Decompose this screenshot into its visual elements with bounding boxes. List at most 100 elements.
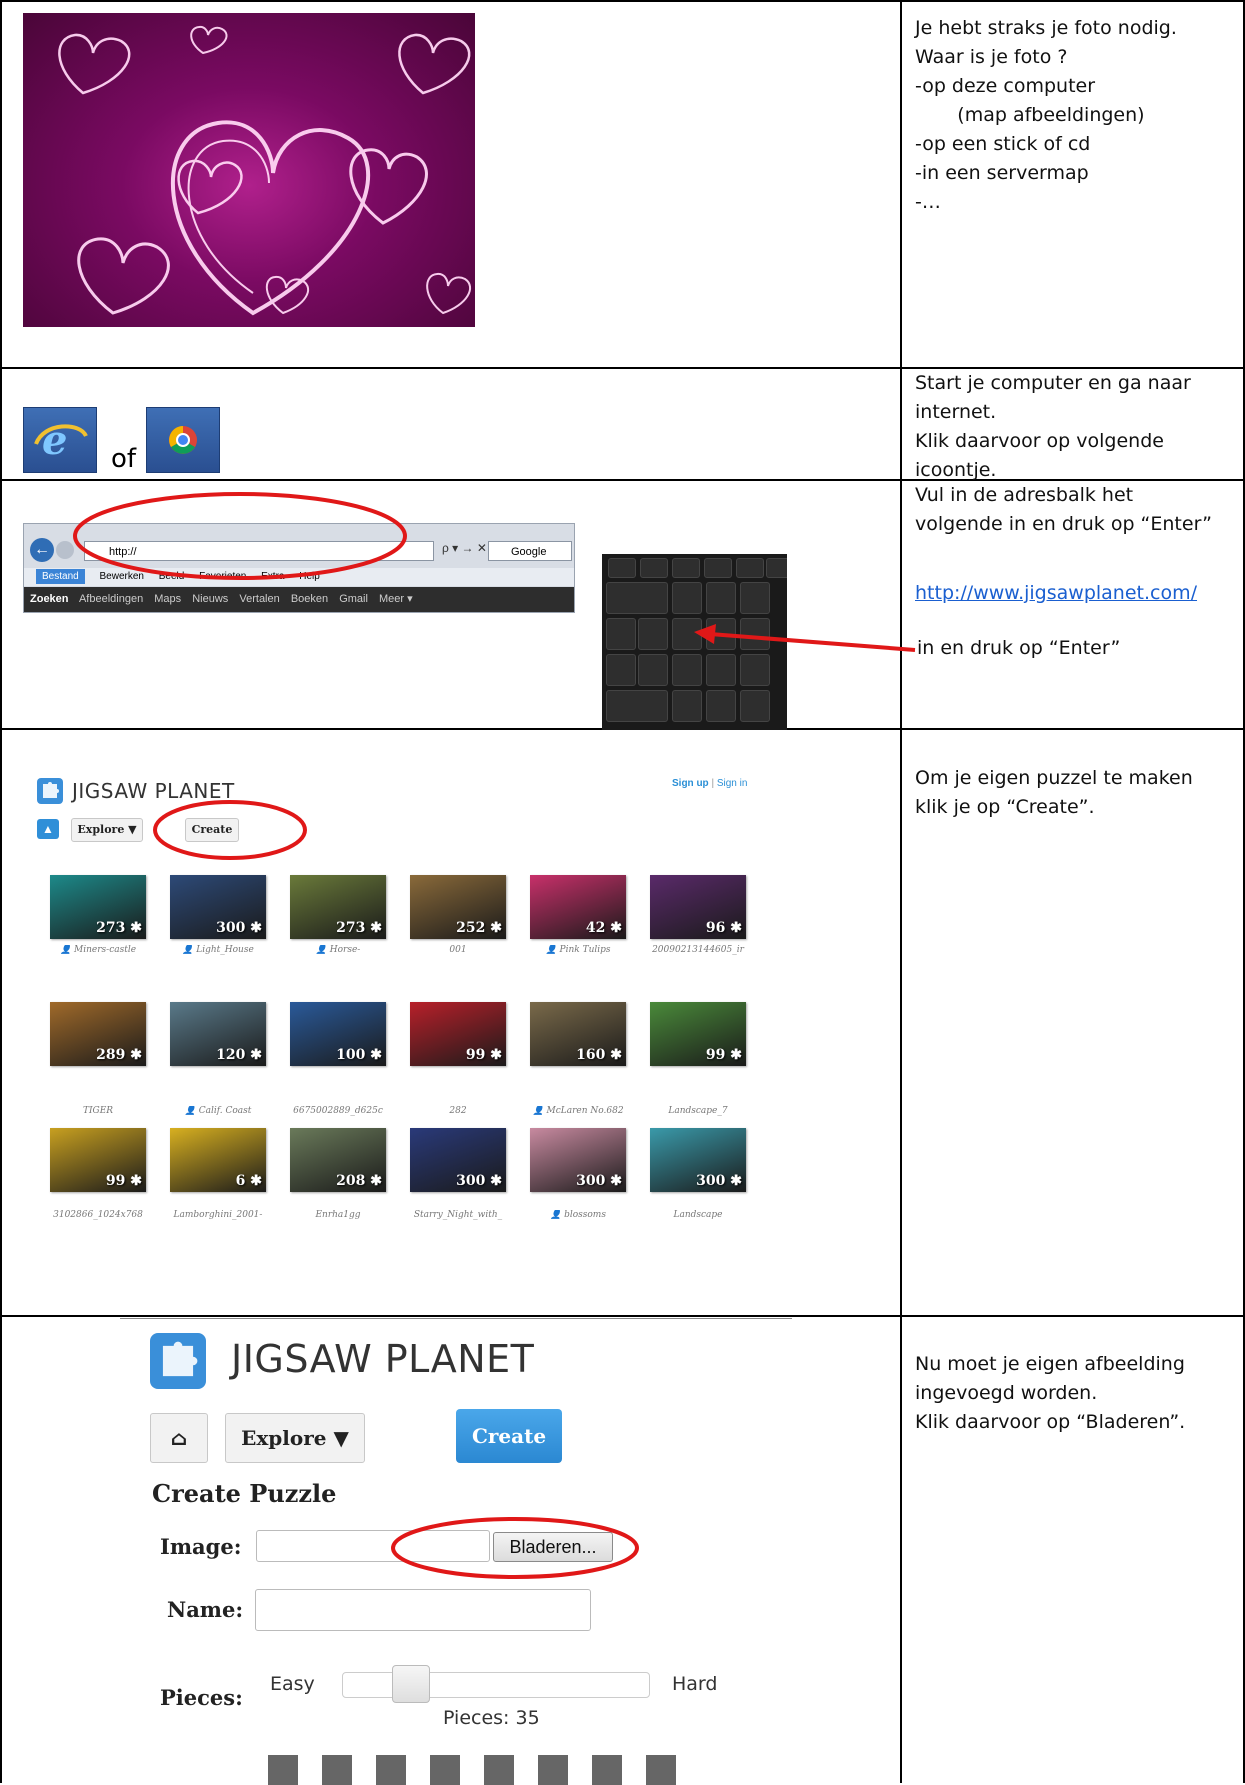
gbar-maps[interactable]: Maps — [154, 593, 181, 605]
puzzle-thumbnail[interactable]: 289 ✱ — [50, 1002, 146, 1066]
address-controls[interactable]: ρ ▾ → ✕ — [442, 541, 487, 555]
puzzle-thumbnail[interactable]: 42 ✱ — [530, 875, 626, 939]
piece-count: 99 ✱ — [705, 1047, 742, 1063]
hard-label: Hard — [672, 1673, 718, 1695]
puzzle-thumbnail[interactable]: 300 ✱ — [170, 875, 266, 939]
explore-button[interactable]: Explore ▼ — [71, 818, 143, 842]
easy-label: Easy — [270, 1673, 315, 1695]
puzzle-piece-icon[interactable] — [646, 1755, 676, 1785]
puzzle-caption[interactable]: Starry_Night_with_ — [403, 1210, 513, 1220]
puzzle-piece-icon[interactable] — [268, 1755, 298, 1785]
pieces-slider-track[interactable] — [342, 1672, 650, 1698]
puzzle-thumbnail[interactable]: 99 ✱ — [50, 1128, 146, 1192]
piece-count: 120 ✱ — [216, 1047, 262, 1063]
piece-count: 6 ✱ — [235, 1173, 262, 1189]
puzzle-caption[interactable]: Lamborghini_2001- — [163, 1210, 273, 1220]
puzzle-thumbnail[interactable]: 160 ✱ — [530, 1002, 626, 1066]
back-arrow-icon[interactable]: ← — [30, 538, 54, 562]
puzzle-caption[interactable]: 👤 blossoms — [523, 1210, 633, 1220]
table-border-top — [0, 0, 1245, 2]
row1-line: Je hebt straks je foto nodig. — [915, 17, 1177, 39]
gbar-meer[interactable]: Meer ▾ — [379, 593, 413, 605]
column-divider — [900, 0, 902, 1783]
gbar-afbeeldingen[interactable]: Afbeeldingen — [79, 593, 143, 605]
puzzle-caption[interactable]: 6675002889_d625c — [283, 1106, 393, 1116]
row4-instructions: Om je eigen puzzel te maken klik je op “… — [915, 764, 1193, 822]
piece-count: 300 ✱ — [456, 1173, 502, 1189]
puzzle-caption[interactable]: Landscape — [643, 1210, 753, 1220]
piece-count: 160 ✱ — [576, 1047, 622, 1063]
gbar-zoeken[interactable]: Zoeken — [30, 593, 69, 605]
puzzle-thumbnail[interactable]: 300 ✱ — [530, 1128, 626, 1192]
puzzle-thumbnail[interactable]: 273 ✱ — [50, 875, 146, 939]
hearts-wallpaper-image — [23, 13, 475, 327]
piece-count: 208 ✱ — [336, 1173, 382, 1189]
puzzle-thumbnail[interactable]: 300 ✱ — [410, 1128, 506, 1192]
sign-in-link[interactable]: Sign in — [717, 778, 748, 789]
puzzle-caption[interactable]: TIGER — [43, 1106, 153, 1116]
home-icon[interactable]: ▲ — [37, 819, 59, 839]
puzzle-caption[interactable]: 👤 Miners-castle — [43, 945, 153, 955]
puzzle-thumbnail[interactable]: 300 ✱ — [650, 1128, 746, 1192]
puzzle-thumbnail[interactable]: 252 ✱ — [410, 875, 506, 939]
name-label: Name: — [167, 1597, 244, 1622]
puzzle-piece-icon[interactable] — [376, 1755, 406, 1785]
row2-line: Start je computer en ga naar — [915, 372, 1191, 394]
puzzle-caption[interactable]: Enrha1gg — [283, 1210, 393, 1220]
puzzle-caption[interactable]: 20090213144605_ir — [643, 945, 753, 955]
enter-key-arrow — [694, 624, 916, 652]
puzzle-thumbnail[interactable]: 120 ✱ — [170, 1002, 266, 1066]
pieces-slider-thumb[interactable] — [392, 1665, 430, 1703]
puzzle-piece-icon[interactable] — [538, 1755, 568, 1785]
puzzle-thumbnail[interactable]: 99 ✱ — [410, 1002, 506, 1066]
chrome-icon — [146, 407, 220, 473]
puzzle-caption[interactable]: 3102866_1024x768 — [43, 1210, 153, 1220]
google-bar: Zoeken Afbeeldingen Maps Nieuws Vertalen… — [24, 587, 574, 612]
puzzle-caption[interactable]: 👤 Pink Tulips — [523, 945, 633, 955]
piece-count: 100 ✱ — [336, 1047, 382, 1063]
sign-up-link[interactable]: Sign up — [672, 778, 709, 789]
puzzle-caption[interactable]: 👤 Light_House — [163, 945, 273, 955]
puzzle-thumbnail[interactable]: 273 ✱ — [290, 875, 386, 939]
puzzle-caption[interactable]: 282 — [403, 1106, 513, 1116]
row2-line: internet. — [915, 401, 997, 423]
svg-text:e: e — [42, 417, 67, 464]
puzzle-piece-icon[interactable] — [322, 1755, 352, 1785]
row1-line: -… — [915, 191, 941, 213]
row4-line: klik je op “Create”. — [915, 796, 1095, 818]
row5-line: Nu moet je eigen afbeelding — [915, 1353, 1185, 1375]
puzzle-thumbnail[interactable]: 100 ✱ — [290, 1002, 386, 1066]
piece-count: 99 ✱ — [105, 1173, 142, 1189]
name-input[interactable] — [255, 1589, 591, 1631]
puzzle-caption[interactable]: 👤 Calif. Coast — [163, 1106, 273, 1116]
row1-line: -op deze computer — [915, 75, 1096, 97]
create-puzzle-heading: Create Puzzle — [152, 1479, 337, 1508]
row1-line: -in een servermap — [915, 162, 1089, 184]
puzzle-thumbnail[interactable]: 96 ✱ — [650, 875, 746, 939]
puzzle-caption[interactable]: 👤 McLaren No.682 — [523, 1106, 633, 1116]
puzzle-thumbnail[interactable]: 6 ✱ — [170, 1128, 266, 1192]
puzzle-caption[interactable]: 👤 Horse- — [283, 945, 393, 955]
home-button-large[interactable]: ⌂ — [150, 1413, 208, 1463]
puzzle-piece-icon[interactable] — [592, 1755, 622, 1785]
puzzle-piece-icon[interactable] — [430, 1755, 460, 1785]
gbar-boeken[interactable]: Boeken — [291, 593, 328, 605]
explore-button-large[interactable]: Explore ▼ — [225, 1413, 365, 1463]
jigsaw-puzzle-logo-icon-large — [150, 1333, 206, 1389]
puzzle-piece-icon[interactable] — [484, 1755, 514, 1785]
auth-links: Sign up | Sign in — [672, 778, 747, 789]
gbar-nieuws[interactable]: Nieuws — [192, 593, 228, 605]
browse-highlight-ellipse — [391, 1517, 639, 1579]
create-button-large[interactable]: Create — [456, 1409, 562, 1463]
row5-line: Klik daarvoor op “Bladeren”. — [915, 1411, 1186, 1433]
puzzle-thumbnail[interactable]: 99 ✱ — [650, 1002, 746, 1066]
puzzle-caption[interactable]: Landscape_7 — [643, 1106, 753, 1116]
google-search-box[interactable]: Google — [488, 541, 572, 561]
site-title-large: JIGSAW PLANET — [231, 1337, 535, 1381]
jigsawplanet-link[interactable]: http://www.jigsawplanet.com/ — [915, 579, 1197, 608]
gbar-vertalen[interactable]: Vertalen — [239, 593, 279, 605]
gbar-gmail[interactable]: Gmail — [339, 593, 368, 605]
puzzle-thumbnail[interactable]: 208 ✱ — [290, 1128, 386, 1192]
google-box-label: Google — [511, 546, 547, 558]
puzzle-caption[interactable]: 001 — [403, 945, 513, 955]
